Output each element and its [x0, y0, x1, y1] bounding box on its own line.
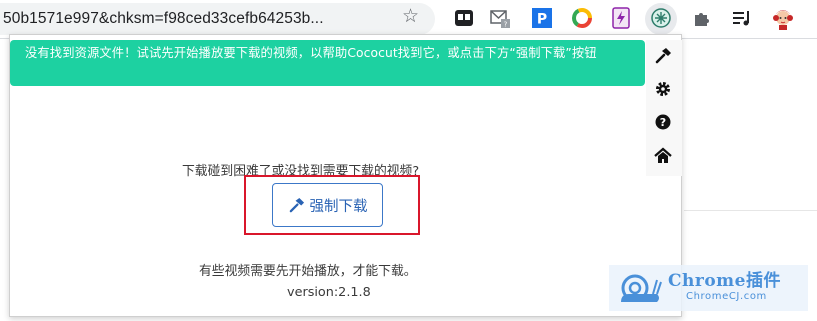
- watermark-subtitle: ChromeCJ.com: [686, 291, 767, 302]
- snail-logo-icon: [621, 274, 662, 302]
- page-divider: [684, 210, 817, 211]
- media-playlist-icon[interactable]: [731, 7, 753, 29]
- gear-icon[interactable]: [654, 80, 672, 98]
- home-icon[interactable]: [654, 147, 672, 165]
- tab-manager-extension-icon[interactable]: [453, 7, 475, 29]
- url-text[interactable]: 50b1571e997&chksm=f98ced33cefb64253b...: [3, 10, 324, 28]
- version-label: version:2.1.8: [287, 285, 371, 300]
- p-extension-icon[interactable]: P: [531, 7, 553, 29]
- address-bar[interactable]: 50b1571e997&chksm=f98ced33cefb64253b...: [0, 3, 435, 35]
- playback-note: 有些视频需要先开始播放，才能下载。: [199, 264, 417, 279]
- hammer-icon: [288, 197, 305, 214]
- lightning-extension-icon[interactable]: [610, 7, 632, 29]
- star-outline-icon[interactable]: ☆: [402, 5, 419, 27]
- cococut-extension-icon[interactable]: [650, 7, 672, 29]
- svg-text:?: ?: [660, 116, 666, 129]
- gmail-checker-extension-icon[interactable]: ?: [489, 7, 511, 29]
- svg-text:P: P: [537, 12, 547, 28]
- svg-text:?: ?: [504, 21, 508, 29]
- extensions-puzzle-icon[interactable]: [691, 7, 713, 29]
- chrome-ring-extension-icon[interactable]: [571, 7, 593, 29]
- watermark-title: Chrome插件: [668, 271, 781, 291]
- hammer-icon[interactable]: [654, 47, 672, 65]
- browser-toolbar: 50b1571e997&chksm=f98ced33cefb64253b... …: [0, 0, 817, 38]
- force-download-label: 强制下载: [309, 198, 368, 215]
- warning-alert: 没有找到资源文件！试试先开始播放要下载的视频，以帮助Cococut找到它，或点击…: [10, 40, 645, 86]
- force-download-button[interactable]: 强制下载: [272, 183, 383, 227]
- profile-avatar-icon[interactable]: [771, 5, 795, 31]
- help-icon[interactable]: ?: [654, 113, 672, 131]
